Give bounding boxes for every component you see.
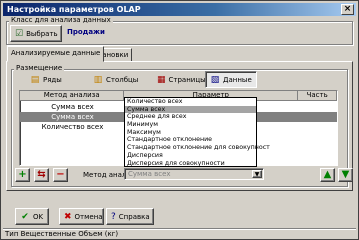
dropdown-option[interactable]: Количество всех xyxy=(125,98,256,106)
rows-button[interactable]: ▤ Ряды xyxy=(26,71,66,88)
title-bar[interactable]: Настройка параметров OLAP × xyxy=(3,3,356,16)
swap-icon: ⇆ xyxy=(37,169,46,180)
plus-icon: + xyxy=(18,169,27,180)
columns-label: Столбцы xyxy=(106,75,139,84)
rows-label: Ряды xyxy=(43,75,62,84)
dropdown-option[interactable]: Дисперсия для совокупности xyxy=(125,160,256,168)
checkmark-icon: ✔ xyxy=(21,211,29,222)
pages-button[interactable]: ▦ Страницы xyxy=(153,71,206,88)
help-label: Справка xyxy=(118,212,150,221)
dropdown-option[interactable]: Стандартное отклонение xyxy=(125,136,256,144)
dropdown-option[interactable]: Минимум xyxy=(125,121,256,129)
class-group-label: Класс для анализа данных xyxy=(9,16,113,25)
method-dropdown-list[interactable]: Количество всех Сумма всех Среднее для в… xyxy=(124,97,270,168)
swap-button[interactable]: ⇆ xyxy=(34,168,49,182)
row-method: Сумма всех xyxy=(51,113,94,121)
data-label: Данные xyxy=(223,75,252,84)
rows-icon: ▤ xyxy=(30,74,40,85)
move-down-button[interactable]: ▼ xyxy=(338,168,353,182)
dropdown-option[interactable]: Среднее для всех xyxy=(125,113,256,121)
tab-analyzed-data[interactable]: Анализируемые данные xyxy=(7,46,105,62)
dropdown-option[interactable]: Максимум xyxy=(125,129,256,137)
data-button[interactable]: ▧ Данные xyxy=(205,71,257,88)
method-select-value: Сумма всех xyxy=(128,170,171,178)
header-part[interactable]: Часть xyxy=(298,91,337,101)
select-class-label: Выбрать xyxy=(26,29,58,38)
close-button[interactable]: × xyxy=(341,4,354,15)
ok-button[interactable]: ✔ OK xyxy=(15,208,49,225)
columns-icon: ▥ xyxy=(93,74,103,85)
close-icon: × xyxy=(343,4,352,14)
columns-button[interactable]: ▥ Столбцы xyxy=(89,71,147,88)
olap-settings-window: Настройка параметров OLAP × Класс для ан… xyxy=(0,0,359,240)
minus-icon: − xyxy=(56,169,65,180)
header-method[interactable]: Метод анализа xyxy=(20,91,125,101)
row-method: Сумма всех xyxy=(51,103,94,111)
window-title: Настройка параметров OLAP xyxy=(7,5,141,14)
select-class-button[interactable]: ☑ Выбрать xyxy=(10,25,62,42)
row-method: Количество всех xyxy=(41,123,104,131)
arrow-up-icon: ▲ xyxy=(323,169,332,180)
checklist-icon: ☑ xyxy=(15,28,24,39)
status-text: Тип Вещественные Объем (кг) xyxy=(5,230,119,238)
move-up-button[interactable]: ▲ xyxy=(320,168,335,182)
chevron-down-icon[interactable]: ▼ xyxy=(252,170,262,178)
selected-class-value: Продажи xyxy=(67,28,105,36)
cancel-button[interactable]: ✖ Отмена xyxy=(59,208,104,225)
dropdown-option[interactable]: Стандартное отклонение для совокупност xyxy=(125,144,270,152)
data-icon: ▧ xyxy=(210,74,220,85)
ok-label: OK xyxy=(33,212,44,221)
cross-icon: ✖ xyxy=(64,211,72,222)
help-icon: ? xyxy=(111,211,116,222)
pages-label: Страницы xyxy=(168,75,206,84)
arrow-down-icon: ▼ xyxy=(341,169,350,180)
remove-button[interactable]: − xyxy=(53,168,68,182)
help-button[interactable]: ? Справка xyxy=(106,208,154,225)
status-bar: Тип Вещественные Объем (кг) xyxy=(3,228,356,239)
cancel-label: Отмена xyxy=(74,212,103,221)
add-button[interactable]: + xyxy=(15,168,30,182)
method-select[interactable]: Сумма всех ▼ xyxy=(124,168,264,180)
dropdown-option[interactable]: Дисперсия xyxy=(125,152,256,160)
dropdown-option-highlighted[interactable]: Сумма всех xyxy=(125,105,256,114)
pages-icon: ▦ xyxy=(157,74,166,85)
